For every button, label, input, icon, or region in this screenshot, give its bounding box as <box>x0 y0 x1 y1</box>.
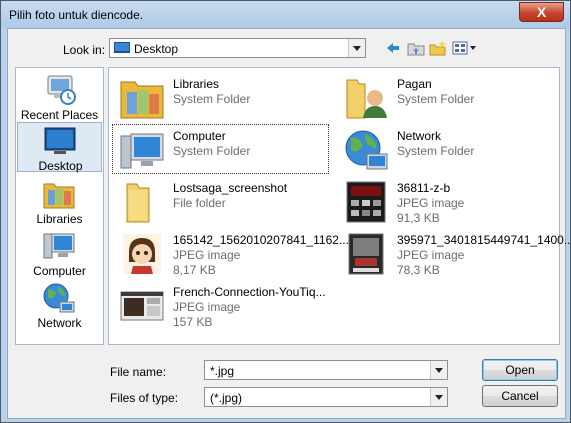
file-size: 157 KB <box>173 315 213 329</box>
back-arrow-icon[interactable] <box>385 40 401 56</box>
file-type: System Folder <box>397 144 475 158</box>
lookin-value: Desktop <box>134 42 179 56</box>
folder-icon <box>126 183 150 223</box>
file-type: JPEG image <box>397 196 465 210</box>
open-button[interactable]: Open <box>482 359 558 381</box>
file-name: French-Connection-YouTiq... <box>173 285 326 299</box>
window-title: Pilih foto untuk diencode. <box>9 8 144 22</box>
list-item[interactable]: Lostsaga_screenshot File folder <box>113 177 328 225</box>
place-computer[interactable]: Computer <box>17 228 102 278</box>
file-list: Libraries System Folder Pagan System Fol… <box>108 67 571 345</box>
file-type: System Folder <box>173 144 251 158</box>
computer-icon <box>43 233 75 259</box>
list-item[interactable]: 36811-z-b JPEG image 91,3 KB <box>337 177 552 225</box>
list-item[interactable]: 395971_3401815449741_1400... JPEG image … <box>337 229 571 277</box>
chevron-down-icon[interactable] <box>430 361 447 379</box>
file-name: Lostsaga_screenshot <box>173 181 288 195</box>
file-name: Network <box>397 129 442 143</box>
file-name: Pagan <box>397 77 432 91</box>
file-name: 165142_1562010207841_1162... <box>173 233 349 247</box>
recent-places-icon <box>47 75 76 105</box>
place-label: Libraries <box>36 212 83 226</box>
file-size: 91,3 KB <box>397 211 440 225</box>
file-name: Libraries <box>173 77 220 91</box>
file-open-dialog: Pilih foto untuk diencode. X Look in: De… <box>0 0 571 423</box>
file-name: 36811-z-b <box>397 181 451 195</box>
desktop-icon <box>44 127 76 154</box>
place-libraries[interactable]: Libraries <box>17 176 102 226</box>
image-thumbnail-icon <box>348 233 384 275</box>
cancel-button[interactable]: Cancel <box>482 385 558 407</box>
computer-icon <box>120 133 164 169</box>
file-size: 78,3 KB <box>397 263 440 277</box>
filename-value: *.jpg <box>210 364 235 378</box>
list-item[interactable]: French-Connection-YouTiq... JPEG image 1… <box>113 281 328 329</box>
place-label: Computer <box>33 264 86 278</box>
image-thumbnail-icon <box>346 181 386 223</box>
filetype-label: Files of type: <box>110 391 179 405</box>
network-icon <box>43 283 75 313</box>
new-folder-icon[interactable] <box>429 40 447 56</box>
libraries-icon <box>43 183 75 209</box>
libraries-folder-icon <box>120 81 164 119</box>
lookin-label: Look in: <box>63 43 106 57</box>
file-name: 395971_3401815449741_1400... <box>397 233 571 247</box>
file-type: JPEG image <box>397 248 465 262</box>
image-thumbnail-icon <box>120 291 164 321</box>
place-label: Recent Places <box>20 108 99 122</box>
list-item[interactable]: Pagan System Folder <box>337 73 552 121</box>
desktop-icon <box>114 42 130 53</box>
file-type: File folder <box>173 196 226 210</box>
image-thumbnail-icon <box>123 234 161 274</box>
list-item[interactable]: Computer System Folder <box>112 124 329 174</box>
place-label: Network <box>37 316 82 330</box>
title-bar[interactable]: Pilih foto untuk diencode. X <box>1 1 570 28</box>
chevron-down-icon[interactable] <box>430 388 447 406</box>
filetype-value: (*.jpg) <box>210 391 243 405</box>
file-size: 8,17 KB <box>173 263 216 277</box>
places-bar: Recent Places Desktop Libraries Computer… <box>15 67 104 345</box>
list-item[interactable]: Libraries System Folder <box>113 73 328 121</box>
file-type: System Folder <box>173 92 251 106</box>
file-type: System Folder <box>397 92 475 106</box>
up-folder-icon[interactable] <box>407 40 425 56</box>
list-item[interactable]: Network System Folder <box>337 125 552 173</box>
user-folder-icon <box>346 79 387 119</box>
close-button[interactable]: X <box>519 2 564 22</box>
place-recent-places[interactable]: Recent Places <box>17 72 102 122</box>
list-item[interactable]: 165142_1562010207841_1162... JPEG image … <box>113 229 349 277</box>
place-network[interactable]: Network <box>17 280 102 330</box>
place-desktop[interactable]: Desktop <box>17 122 102 173</box>
chevron-down-icon[interactable] <box>348 39 365 57</box>
dialog-body: Look in: Desktop Recent Places Desktop L… <box>7 28 571 419</box>
file-name: Computer <box>173 129 226 143</box>
filename-label: File name: <box>110 365 167 379</box>
filename-input[interactable]: *.jpg <box>204 360 448 380</box>
place-label: Desktop <box>38 159 83 173</box>
file-type: JPEG image <box>173 248 241 262</box>
file-type: JPEG image <box>173 300 241 314</box>
lookin-dropdown[interactable]: Desktop <box>109 38 366 58</box>
filetype-select[interactable]: (*.jpg) <box>204 387 448 407</box>
network-icon <box>345 130 388 170</box>
view-menu-icon[interactable] <box>452 40 478 56</box>
